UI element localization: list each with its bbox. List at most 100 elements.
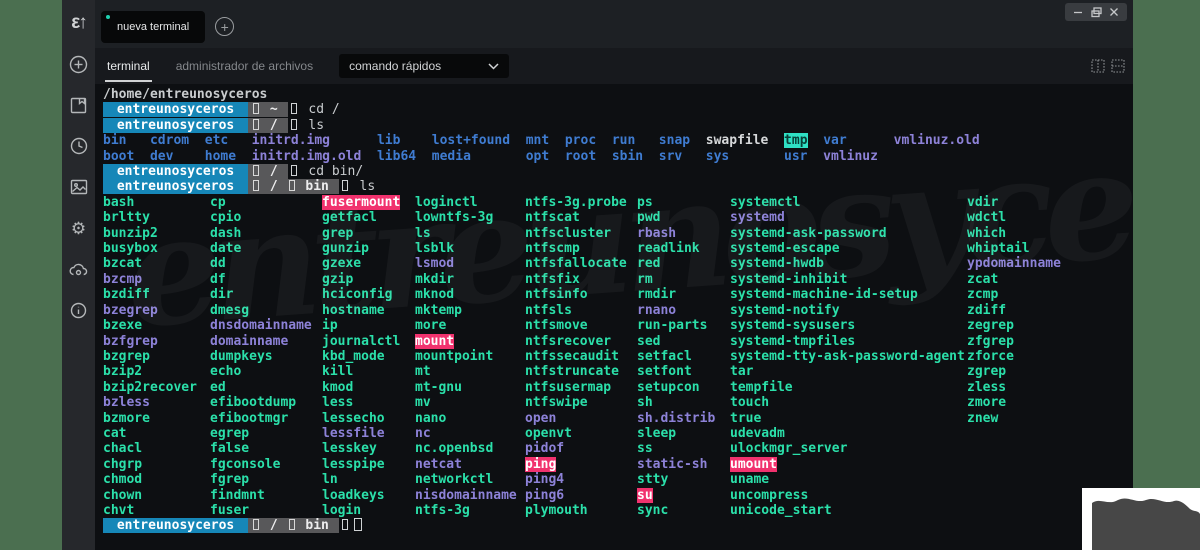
bin-entry: gzip (322, 272, 353, 287)
bin-entry: dd (210, 256, 226, 271)
bin-entry: systemd-escape (730, 241, 840, 256)
close-button[interactable] (1105, 4, 1123, 20)
bin-cell: ping4 (525, 472, 637, 487)
ls-entry (690, 133, 706, 148)
bin-entry: hostname (322, 303, 385, 318)
bin-entry: bzegrep (103, 303, 158, 318)
bin-cell: ln (322, 472, 415, 487)
bin-entry: znew (967, 411, 998, 426)
bin-entry: loginctl (415, 195, 478, 210)
terminal-output[interactable]: entreunosyceros /home/entreunosyceros en… (95, 84, 1133, 550)
bin-entry: mountpoint (415, 349, 493, 364)
minimize-button[interactable] (1069, 4, 1087, 20)
bin-entry: ntfsmove (525, 318, 588, 333)
bin-entry: chown (103, 488, 142, 503)
bin-entry: chgrp (103, 457, 142, 472)
bin-entry: ntfsinfo (525, 287, 588, 302)
activity-sidebar: ε↑ ⚙ (62, 0, 95, 550)
bin-cell: which (967, 226, 1133, 241)
bin-entry: ntfsrecover (525, 334, 611, 349)
bin-cell: systemd-inhibit (730, 272, 967, 287)
bin-entry: date (210, 241, 241, 256)
split-buttons (1091, 48, 1125, 84)
bin-cell: systemd-tmpfiles (730, 334, 967, 349)
gallery-icon[interactable] (69, 177, 89, 197)
new-terminal-icon[interactable] (69, 54, 89, 74)
bin-cell: ip (322, 318, 415, 333)
bin-entry: systemd-ask-password (730, 226, 887, 241)
bin-cell: lessfile (322, 426, 415, 441)
toolbar-tab-file-manager[interactable]: administrador de archivos (176, 59, 313, 73)
toolbar-tab-terminal[interactable]: terminal (107, 59, 150, 73)
cloud-sync-icon[interactable] (69, 259, 89, 279)
prompt-user: entreunosyceros (103, 179, 248, 194)
history-icon[interactable] (69, 136, 89, 156)
saved-layouts-icon[interactable] (69, 95, 89, 115)
command-text: cd / (301, 102, 340, 117)
bin-cell: readlink (637, 241, 730, 256)
restore-button[interactable] (1087, 4, 1105, 20)
bin-cell: wdctl (967, 210, 1133, 225)
bin-cell (967, 457, 1133, 472)
bin-cell: rmdir (637, 287, 730, 302)
bin-entry: whiptail (967, 241, 1030, 256)
ls-entry (729, 149, 784, 164)
bin-cell: udevadm (730, 426, 967, 441)
prompt-line: entreunosyceros / bin (103, 518, 1133, 533)
bin-entry: nc.openbsd (415, 441, 493, 456)
bin-entry: nano (415, 411, 446, 426)
bin-cell: ed (210, 380, 322, 395)
tab-nueva-terminal[interactable]: nueva terminal (101, 11, 205, 43)
bin-cell: fgconsole (210, 457, 322, 472)
quick-commands-dropdown[interactable]: comando rápidos (339, 54, 509, 78)
bin-cell: ss (637, 441, 730, 456)
ls-entry (635, 133, 658, 148)
missing-glyph-box (289, 180, 295, 191)
bin-cell: ntfsfix (525, 272, 637, 287)
prompt-path-part: / (262, 518, 285, 533)
bin-entry: systemd-notify (730, 303, 840, 318)
bin-entry: dash (210, 226, 241, 241)
bin-entry: chmod (103, 472, 142, 487)
bin-entry: uname (730, 472, 769, 487)
bin-entry: bunzip2 (103, 226, 158, 241)
split-vertical-icon[interactable] (1091, 59, 1105, 73)
ls-entry (228, 133, 251, 148)
bin-entry: fgrep (210, 472, 249, 487)
bin-entry: systemd-hwdb (730, 256, 824, 271)
split-horizontal-icon[interactable] (1111, 59, 1125, 73)
bin-entry: grep (322, 226, 353, 241)
bin-entry: lessfile (322, 426, 385, 441)
bin-cell: plymouth (525, 503, 637, 518)
bin-cell: ulockmgr_server (730, 441, 967, 456)
ls-entry (768, 133, 784, 148)
about-info-icon[interactable] (69, 300, 89, 320)
bin-entry: lowntfs-3g (415, 210, 493, 225)
missing-glyph-box (253, 103, 259, 114)
new-tab-button[interactable]: + (215, 17, 234, 36)
ls-entry: dev (150, 149, 173, 164)
bin-entry: ping (525, 457, 556, 472)
settings-gear-icon[interactable]: ⚙ (69, 218, 89, 238)
bin-entry: kill (322, 364, 353, 379)
bin-cell: lesskey (322, 441, 415, 456)
bin-entry: zegrep (967, 318, 1014, 333)
bin-cell: bzgrep (103, 349, 210, 364)
bin-entry: pidof (525, 441, 564, 456)
bin-cell: lsblk (415, 241, 525, 256)
bin-cell: chown (103, 488, 210, 503)
bin-entry: findmnt (210, 488, 265, 503)
prompt-path: ~ (248, 102, 287, 117)
bin-entry: ntfs-3g.probe (525, 195, 627, 210)
bin-entry: lesspipe (322, 457, 385, 472)
ls-entry: mnt (526, 133, 549, 148)
bin-cell: mount (415, 334, 525, 349)
bin-cell: ntfscluster (525, 226, 637, 241)
bin-entry: rm (637, 272, 653, 287)
bin-cell: pidof (525, 441, 637, 456)
bin-entry: su (637, 488, 653, 503)
bin-entry: domainname (210, 334, 288, 349)
bin-cell: mountpoint (415, 349, 525, 364)
bin-entry: ed (210, 380, 226, 395)
bin-entry: bzfgrep (103, 334, 158, 349)
